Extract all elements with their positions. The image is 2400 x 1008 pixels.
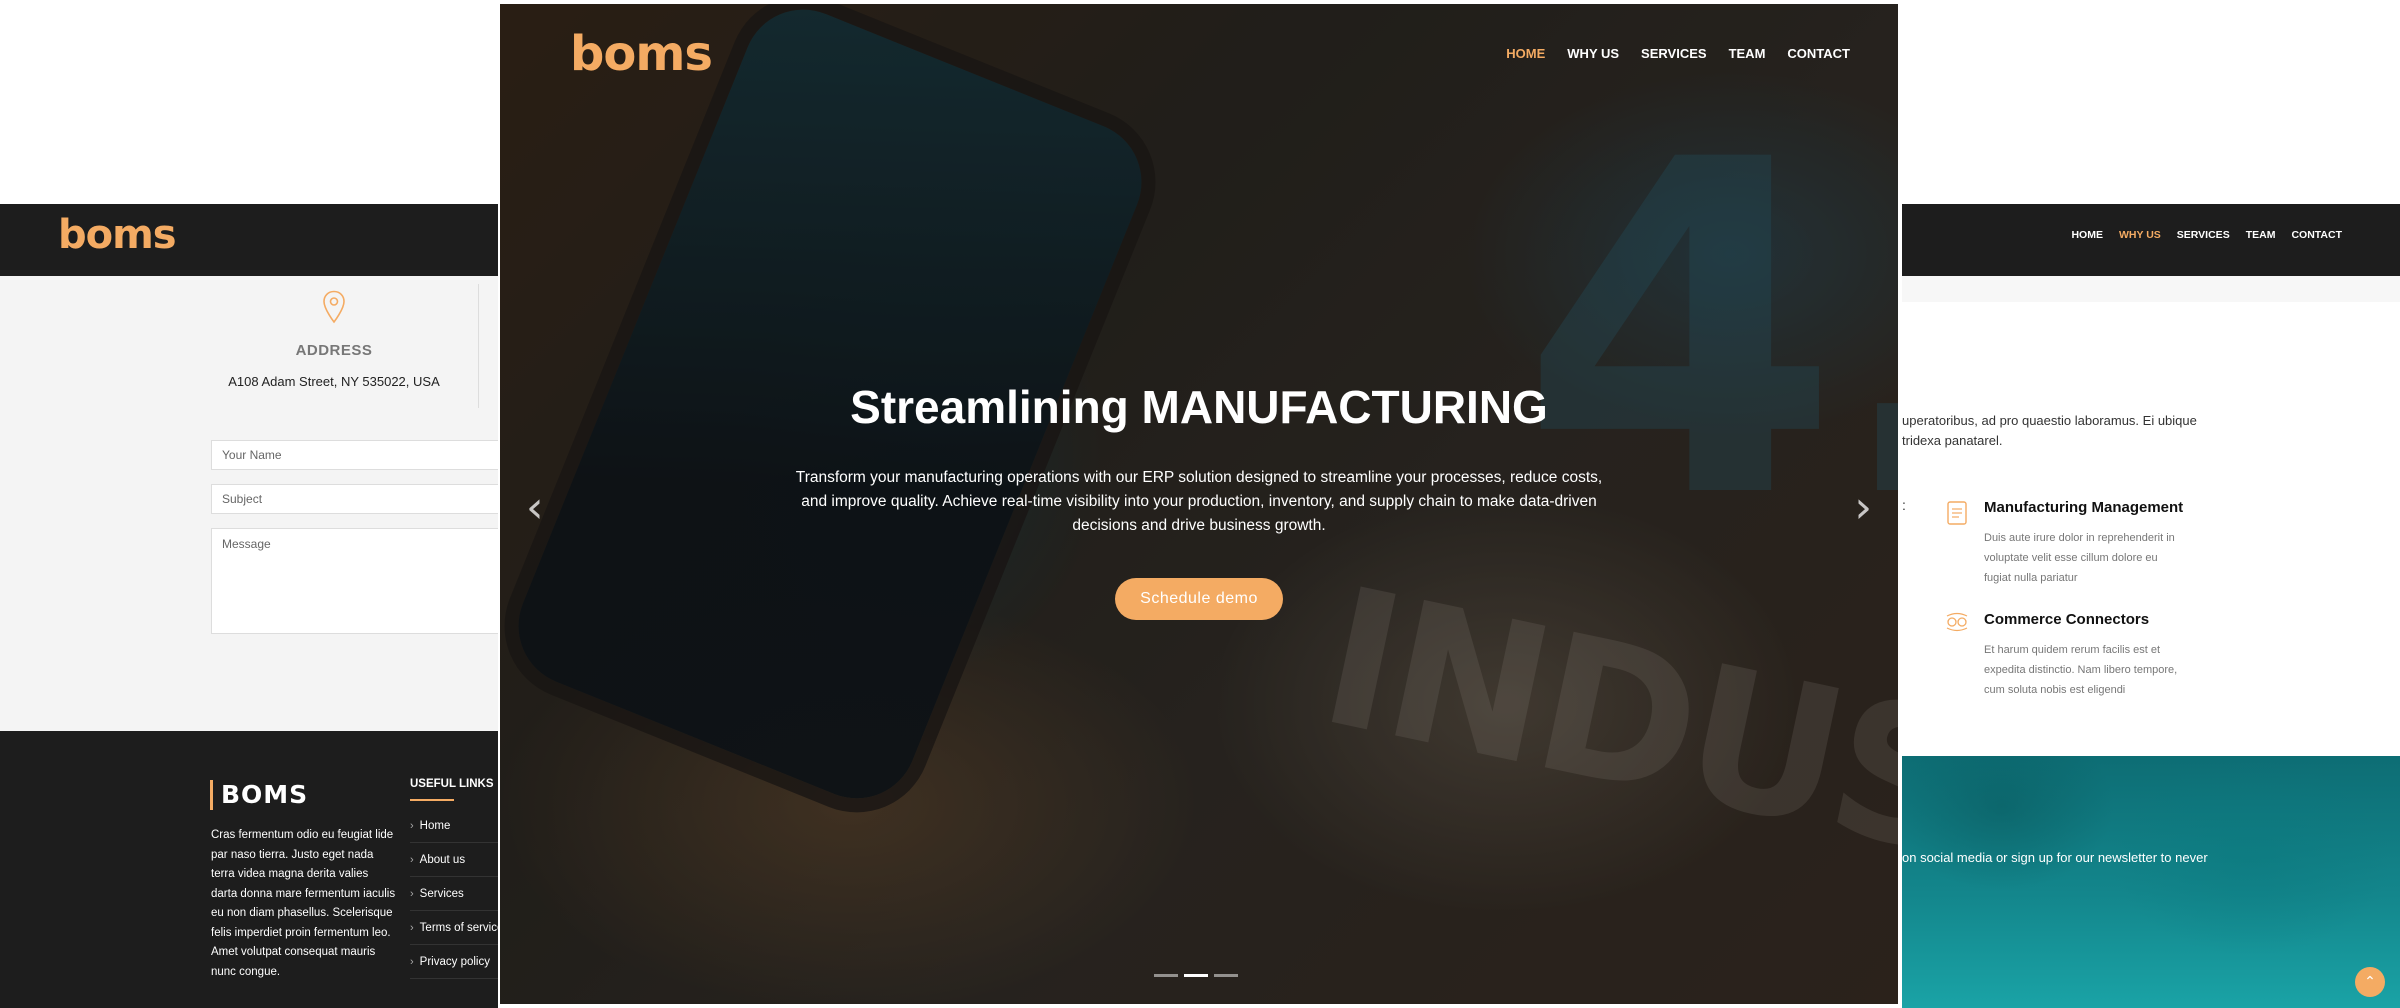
- map-pin-icon: [323, 290, 345, 324]
- footer-brand: BOMS: [210, 780, 308, 810]
- newsletter-text: on social media or sign up for our newsl…: [1902, 850, 2208, 865]
- service-title: Commerce Connectors: [1984, 611, 2150, 628]
- message-textarea[interactable]: [211, 528, 498, 634]
- chevron-right-icon: ›: [410, 955, 414, 968]
- footer-link-services[interactable]: › Services: [410, 877, 498, 911]
- footer-about-text: Cras fermentum odio eu feugiat lide par …: [211, 829, 396, 978]
- footer-link-about[interactable]: › About us: [410, 843, 498, 877]
- connectors-icon: [1944, 612, 1970, 638]
- divider: [478, 284, 479, 408]
- useful-links-title: USEFUL LINKS: [410, 778, 494, 790]
- nav-home[interactable]: HOME: [2071, 229, 2103, 241]
- right-nav-menu: HOME WHY US SERVICES TEAM CONTACT: [2071, 229, 2342, 241]
- hero-description: Transform your manufacturing operations …: [795, 469, 1603, 534]
- footer-link-home[interactable]: › Home: [410, 809, 498, 843]
- footer-link-privacy[interactable]: › Privacy policy: [410, 945, 498, 979]
- footer-link-terms[interactable]: › Terms of service: [410, 911, 498, 945]
- carousel-indicators: [1154, 974, 1238, 977]
- right-page-view: HOME WHY US SERVICES TEAM CONTACT uperat…: [1902, 0, 2400, 1008]
- hero-title: Streamlining MANUFACTURING: [850, 381, 1548, 433]
- carousel-indicator-1[interactable]: [1154, 974, 1178, 977]
- hero-section: 4.0 INDUST boms HOME WHY US SERVICES TEA…: [500, 4, 1898, 1004]
- footer-link-label: Home: [419, 819, 451, 832]
- nav-services[interactable]: SERVICES: [1641, 46, 1707, 61]
- footer-link-label: Terms of service: [419, 921, 498, 934]
- footer-link-label: Services: [419, 887, 464, 900]
- nav-team[interactable]: TEAM: [1729, 46, 1766, 61]
- schedule-demo-button[interactable]: Schedule demo: [1115, 578, 1283, 620]
- nav-services[interactable]: SERVICES: [2177, 229, 2230, 241]
- nav-contact[interactable]: CONTACT: [1787, 46, 1850, 61]
- nav-why-us[interactable]: WHY US: [1567, 46, 1619, 61]
- service-description: Et harum quidem rerum facilis est et exp…: [1984, 644, 2178, 696]
- footer-link-label: Privacy policy: [419, 955, 490, 968]
- hero-logo[interactable]: boms: [570, 26, 713, 82]
- useful-links-underline: [410, 799, 454, 801]
- chevron-right-icon: ›: [410, 921, 414, 934]
- service-title: Manufacturing Management: [1984, 499, 2184, 516]
- hero-navbar: HOME WHY US SERVICES TEAM CONTACT: [1506, 46, 1850, 61]
- footer-link-label: About us: [419, 853, 466, 866]
- left-logo[interactable]: boms: [58, 212, 177, 258]
- nav-why-us[interactable]: WHY US: [2119, 229, 2161, 241]
- name-input[interactable]: [211, 440, 498, 470]
- chevron-right-icon[interactable]: ›: [1854, 486, 1872, 530]
- list-marker: :: [1902, 497, 1906, 513]
- carousel-indicator-2[interactable]: [1184, 974, 1208, 977]
- document-icon: [1944, 500, 1970, 526]
- useful-links-list: › Home › About us › Services › Terms of serv…: [410, 809, 498, 979]
- service-description: Duis aute irure dolor in reprehenderit i…: [1984, 532, 2175, 584]
- left-page-view: boms ADDRESS A108 Adam Street, NY 535022…: [0, 0, 498, 1008]
- chevron-left-icon[interactable]: ‹: [526, 486, 544, 530]
- why-us-intro: uperatoribus, ad pro quaestio laboramus.…: [1902, 413, 2197, 448]
- address-title: ADDRESS: [295, 342, 373, 359]
- nav-team[interactable]: TEAM: [2246, 229, 2276, 241]
- address-value: A108 Adam Street, NY 535022, USA: [228, 374, 440, 389]
- newsletter-section: [1902, 756, 2400, 1008]
- nav-contact[interactable]: CONTACT: [2291, 229, 2342, 241]
- chevron-right-icon: ›: [410, 819, 414, 832]
- chevron-right-icon: ›: [410, 887, 414, 900]
- screenshot-stage: boms ADDRESS A108 Adam Street, NY 535022…: [0, 0, 2400, 1008]
- subject-input[interactable]: [211, 484, 498, 514]
- carousel-indicator-3[interactable]: [1214, 974, 1238, 977]
- section-band: [1902, 276, 2400, 302]
- nav-home[interactable]: HOME: [1506, 46, 1545, 61]
- chevron-right-icon: ›: [410, 853, 414, 866]
- arrow-up-icon[interactable]: ⌃: [2355, 967, 2385, 997]
